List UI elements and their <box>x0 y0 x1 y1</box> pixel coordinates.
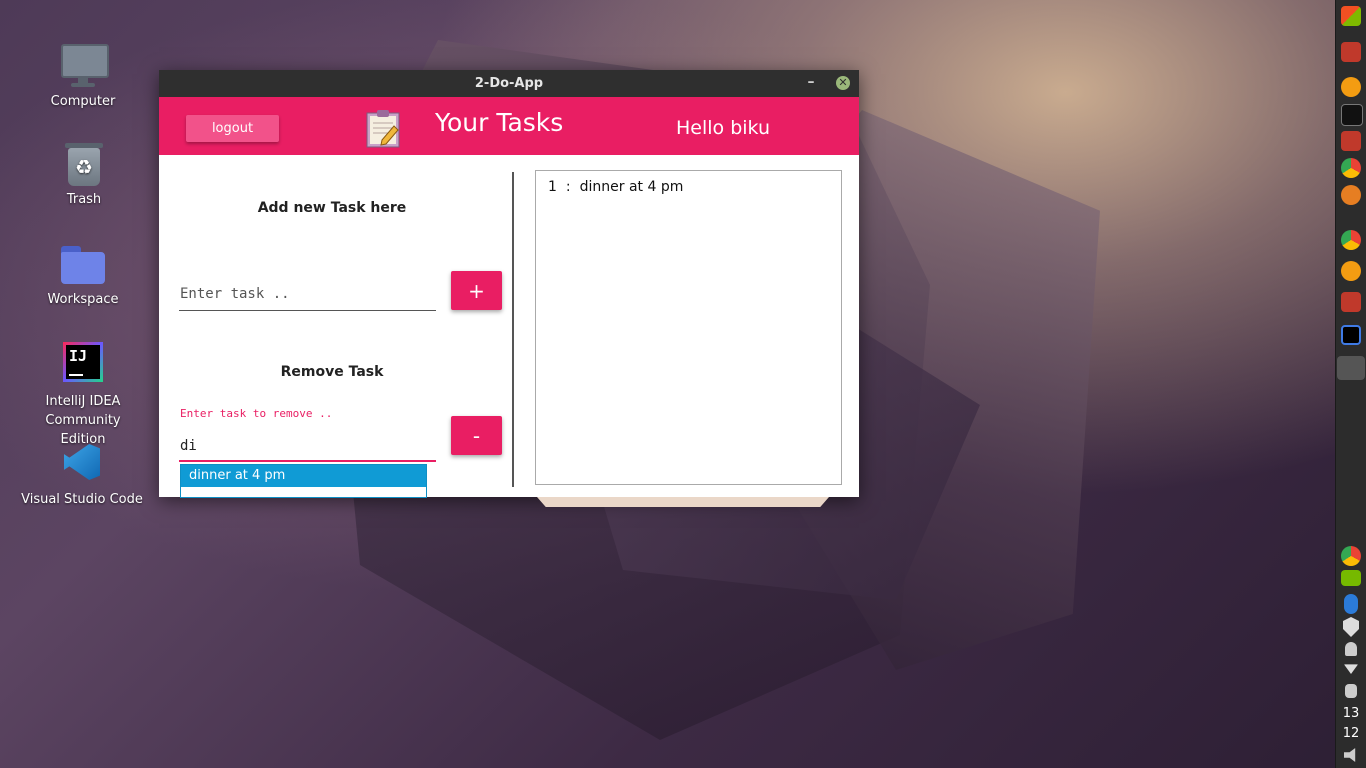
task-list[interactable]: 1: dinner at 4 pm <box>535 170 842 485</box>
chrome-icon[interactable] <box>1341 158 1361 178</box>
app-icon[interactable] <box>1341 261 1361 281</box>
user-greeting: Hello biku <box>676 117 770 139</box>
monitor-icon <box>59 42 109 90</box>
remove-task-button[interactable]: - <box>451 416 502 455</box>
logout-button[interactable]: logout <box>186 115 279 142</box>
folder-icon[interactable] <box>1341 292 1361 312</box>
intellij-icon: IJ <box>59 340 107 388</box>
bluetooth-icon[interactable] <box>1344 594 1358 614</box>
chrome-icon[interactable] <box>1341 230 1361 250</box>
trash-icon: ♻ <box>60 140 108 188</box>
folder-icon[interactable] <box>1341 131 1361 151</box>
dock: 13 12 <box>1335 0 1366 768</box>
desktop-icon-label: Visual Studio Code <box>21 492 143 507</box>
app-window: 2-Do-App – ✕ logout Your Tasks Hello bik… <box>159 70 859 507</box>
clock-minute[interactable]: 12 <box>1336 726 1366 741</box>
chrome-icon[interactable] <box>1341 546 1361 566</box>
app-icon[interactable] <box>1341 77 1361 97</box>
autocomplete-popup: dinner at 4 pm <box>180 464 427 498</box>
desktop-icon-label: Trash <box>66 192 102 207</box>
desktop-icon-workspace[interactable]: Workspace <box>18 240 148 307</box>
desktop-icon-computer[interactable]: Computer <box>18 42 148 109</box>
wifi-icon[interactable] <box>1344 664 1358 674</box>
desktop-icon-label: Computer <box>50 94 116 109</box>
add-task-button[interactable]: + <box>451 271 502 310</box>
task-number: 1 <box>548 179 557 195</box>
remove-task-label: Enter task to remove .. <box>180 407 333 420</box>
desktop-icon-intellij[interactable]: IJ IntelliJ IDEA Community Edition <box>18 340 148 449</box>
desktop: Computer ♻ Trash Workspace IJ IntelliJ I… <box>0 0 1366 768</box>
desktop-icon-vscode[interactable]: Visual Studio Code <box>17 440 147 507</box>
autocomplete-option[interactable]: dinner at 4 pm <box>181 465 426 487</box>
vscode-icon <box>58 440 106 488</box>
task-list-item[interactable]: 1: dinner at 4 pm <box>536 171 841 195</box>
volume-icon[interactable] <box>1344 748 1356 762</box>
terminal-icon[interactable] <box>1341 104 1363 126</box>
page-title: Your Tasks <box>435 108 564 137</box>
task-separator: : <box>565 179 571 195</box>
divider <box>512 172 514 487</box>
minimize-button[interactable]: – <box>803 70 819 97</box>
shield-icon[interactable] <box>1343 617 1359 637</box>
window-shadow <box>537 497 829 507</box>
start-menu-icon[interactable] <box>1341 6 1361 26</box>
notepad-icon <box>366 110 400 148</box>
firefox-icon[interactable] <box>1341 185 1361 205</box>
clock-hour[interactable]: 13 <box>1336 706 1366 721</box>
add-task-input[interactable] <box>179 277 436 311</box>
battery-icon[interactable] <box>1345 684 1357 698</box>
window-icon[interactable] <box>1337 356 1365 380</box>
remove-task-heading: Remove Task <box>280 364 384 380</box>
nvidia-icon[interactable] <box>1341 570 1361 586</box>
close-button[interactable]: ✕ <box>836 76 850 90</box>
remove-task-input[interactable] <box>179 432 436 462</box>
window-titlebar[interactable]: 2-Do-App – ✕ <box>159 70 859 97</box>
window-title: 2-Do-App <box>474 76 544 91</box>
folder-icon <box>59 240 107 288</box>
task-text: dinner at 4 pm <box>579 179 684 195</box>
header-bar: logout Your Tasks Hello biku <box>159 97 859 155</box>
desktop-icon-trash[interactable]: ♻ Trash <box>19 140 149 207</box>
add-task-heading: Add new Task here <box>257 200 407 216</box>
folder-icon[interactable] <box>1341 42 1361 62</box>
user-icon[interactable] <box>1345 642 1357 656</box>
desktop-icon-label: Workspace <box>47 292 119 307</box>
intellij-icon[interactable] <box>1341 325 1361 345</box>
